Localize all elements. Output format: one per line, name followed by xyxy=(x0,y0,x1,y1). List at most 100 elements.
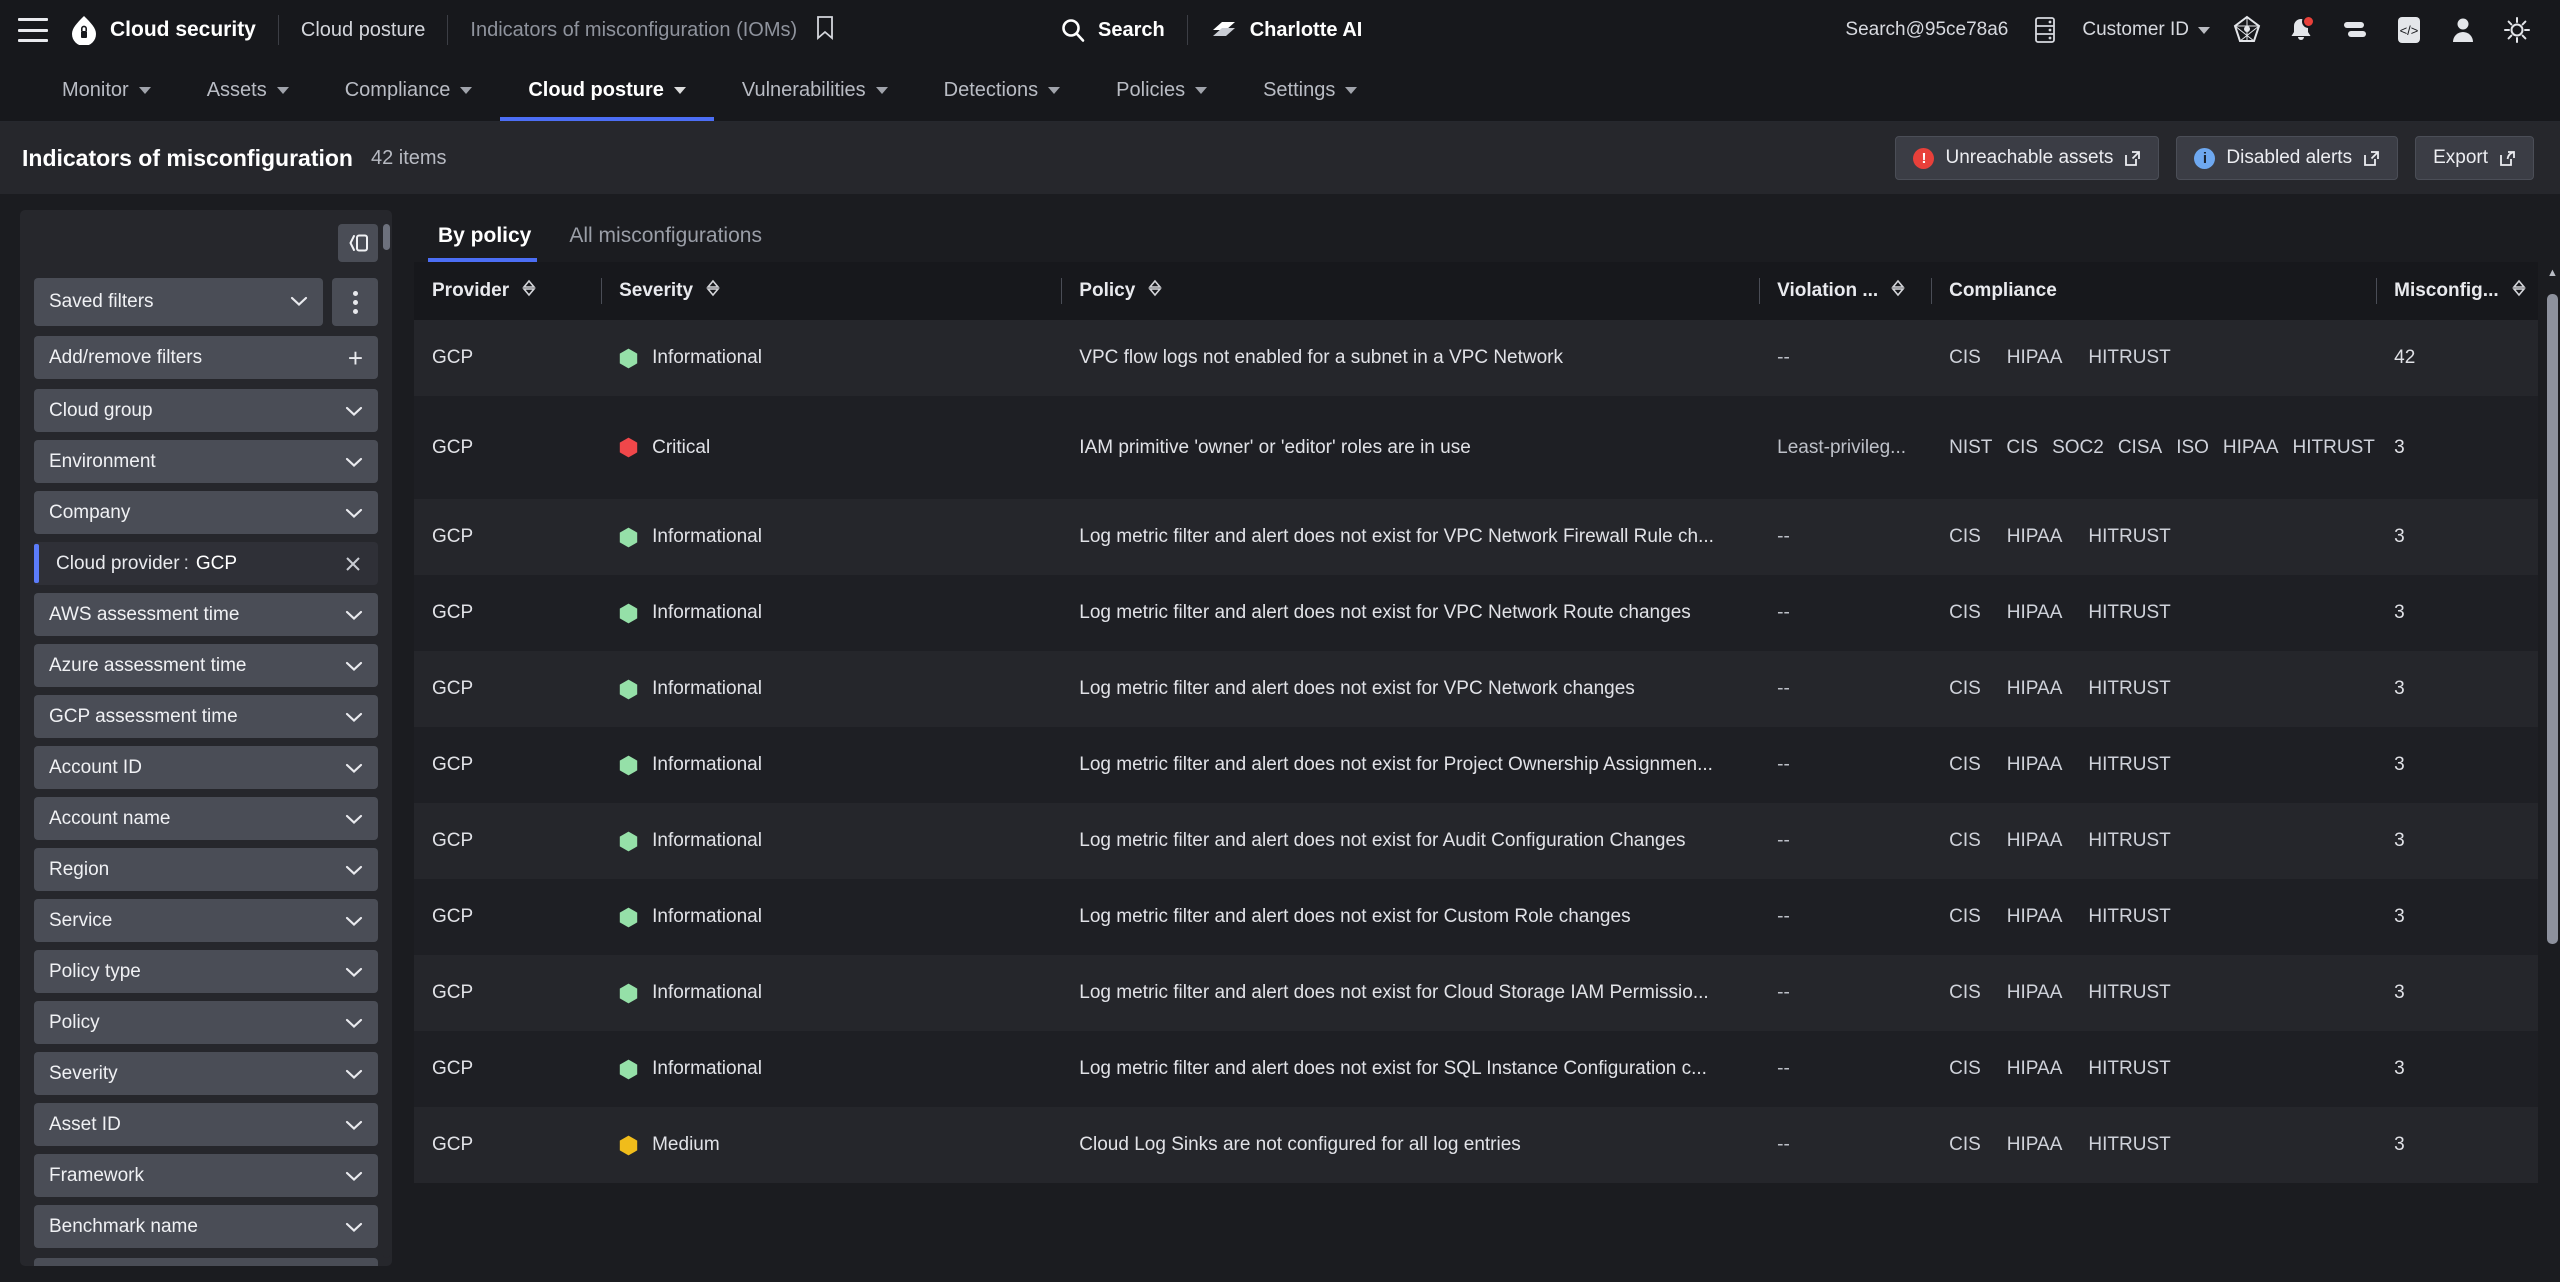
compliance-tag[interactable]: HIPAA xyxy=(2007,347,2063,369)
compliance-tag[interactable]: HITRUST xyxy=(2088,982,2170,1004)
brand-name[interactable]: Cloud security xyxy=(110,18,256,42)
compliance-tag[interactable]: CIS xyxy=(1949,678,1981,700)
filter-policy[interactable]: Policy xyxy=(34,1001,378,1044)
cell-policy[interactable]: Log metric filter and alert does not exi… xyxy=(1061,803,1760,879)
column-header-violation[interactable]: Violation ... xyxy=(1759,262,1932,320)
cell-policy[interactable]: Log metric filter and alert does not exi… xyxy=(1061,651,1760,727)
table-row[interactable]: GCP Informational Log metric filter and al… xyxy=(414,879,2538,955)
policy-name[interactable]: Log metric filter and alert does not exi… xyxy=(1079,982,1708,1003)
column-header-misconfig[interactable]: Misconfig... xyxy=(2376,262,2538,320)
table-row[interactable]: GCP Critical IAM primitive 'owner' or 'edi… xyxy=(414,396,2538,499)
compliance-tag[interactable]: HITRUST xyxy=(2293,437,2375,459)
policy-name[interactable]: Cloud Log Sinks are not configured for a… xyxy=(1079,1134,1520,1155)
api-code-icon[interactable]: </> xyxy=(2392,13,2426,47)
policy-name[interactable]: Log metric filter and alert does not exi… xyxy=(1079,754,1713,775)
compliance-tag[interactable]: CIS xyxy=(1949,347,1981,369)
table-row[interactable]: GCP Informational Log metric filter and al… xyxy=(414,955,2538,1031)
table-row[interactable]: GCP Informational Log metric filter and al… xyxy=(414,727,2538,803)
compliance-tag[interactable]: HIPAA xyxy=(2007,602,2063,624)
scroll-up-arrow-icon[interactable]: ▲ xyxy=(2547,268,2558,279)
sort-icon[interactable] xyxy=(521,278,537,304)
compliance-tag[interactable]: HIPAA xyxy=(2007,1134,2063,1156)
filter-region[interactable]: Region xyxy=(34,848,378,891)
compliance-tag[interactable]: CISA xyxy=(2118,437,2162,459)
compliance-tag[interactable]: NIST xyxy=(1949,437,1992,459)
policy-name[interactable]: Log metric filter and alert does not exi… xyxy=(1079,830,1685,851)
table-row[interactable]: GCP Informational VPC flow logs not enable… xyxy=(414,320,2538,396)
filter-asset-id[interactable]: Asset ID xyxy=(34,1103,378,1146)
disabled-alerts-button[interactable]: i Disabled alerts xyxy=(2176,136,2399,180)
compliance-tag[interactable]: HIPAA xyxy=(2007,678,2063,700)
column-header-provider[interactable]: Provider xyxy=(414,262,602,320)
filter-cloud-group[interactable]: Cloud group xyxy=(34,389,378,432)
table-row[interactable]: GCP Informational Log metric filter and al… xyxy=(414,651,2538,727)
unreachable-assets-button[interactable]: ! Unreachable assets xyxy=(1895,136,2160,180)
filter-company[interactable]: Company xyxy=(34,491,378,534)
column-header-compliance[interactable]: Compliance xyxy=(1931,262,2377,320)
policy-name[interactable]: VPC flow logs not enabled for a subnet i… xyxy=(1079,347,1563,368)
filter-environment[interactable]: Environment xyxy=(34,440,378,483)
table-row[interactable]: GCP Informational Log metric filter and al… xyxy=(414,1031,2538,1107)
policy-name[interactable]: Log metric filter and alert does not exi… xyxy=(1079,526,1714,547)
filter-account-name[interactable]: Account name xyxy=(34,797,378,840)
compliance-tag[interactable]: HIPAA xyxy=(2007,906,2063,928)
policy-name[interactable]: Log metric filter and alert does not exi… xyxy=(1079,1058,1707,1079)
compliance-tag[interactable]: HITRUST xyxy=(2088,754,2170,776)
filter-chip-cloud-provider[interactable]: Cloud provider: GCP xyxy=(34,542,378,585)
policy-name[interactable]: Log metric filter and alert does not exi… xyxy=(1079,678,1634,699)
filter-azure-assessment-time[interactable]: Azure assessment time xyxy=(34,644,378,687)
theme-brightness-icon[interactable] xyxy=(2500,13,2534,47)
table-scrollbar-thumb[interactable] xyxy=(2547,294,2558,944)
compliance-tag[interactable]: HITRUST xyxy=(2088,602,2170,624)
policy-name[interactable]: Log metric filter and alert does not exi… xyxy=(1079,906,1630,927)
compliance-tag[interactable]: CIS xyxy=(2006,437,2038,459)
cell-policy[interactable]: Log metric filter and alert does not exi… xyxy=(1061,879,1760,955)
charlotte-ai-button[interactable]: Charlotte AI xyxy=(1210,17,1362,43)
filter-account-id[interactable]: Account ID xyxy=(34,746,378,789)
add-remove-filters-button[interactable]: Add/remove filters + xyxy=(34,336,378,379)
nav-item-detections[interactable]: Detections xyxy=(916,60,1089,121)
compliance-tag[interactable]: HITRUST xyxy=(2088,906,2170,928)
compliance-tag[interactable]: HIPAA xyxy=(2007,982,2063,1004)
filter-aws-assessment-time[interactable]: AWS assessment time xyxy=(34,593,378,636)
compliance-tag[interactable]: ISO xyxy=(2176,437,2209,459)
compliance-tag[interactable]: HITRUST xyxy=(2088,1058,2170,1080)
chat-support-icon[interactable] xyxy=(2338,13,2372,47)
notifications-bell-icon[interactable] xyxy=(2284,13,2318,47)
cell-policy[interactable]: Log metric filter and alert does not exi… xyxy=(1061,499,1760,575)
policy-name[interactable]: IAM primitive 'owner' or 'editor' roles … xyxy=(1079,437,1471,458)
nav-item-monitor[interactable]: Monitor xyxy=(34,60,179,121)
nav-item-policies[interactable]: Policies xyxy=(1088,60,1235,121)
bookmark-icon[interactable] xyxy=(815,15,835,46)
compliance-tag[interactable]: SOC2 xyxy=(2052,437,2104,459)
account-label[interactable]: Search@95ce78a6 xyxy=(1845,19,2008,41)
cell-policy[interactable]: IAM primitive 'owner' or 'editor' roles … xyxy=(1061,396,1760,499)
compliance-tag[interactable]: HITRUST xyxy=(2088,678,2170,700)
filter-severity[interactable]: Severity xyxy=(34,1052,378,1095)
sort-icon[interactable] xyxy=(1890,278,1906,304)
policy-name[interactable]: Log metric filter and alert does not exi… xyxy=(1079,602,1690,623)
compliance-tag[interactable]: CIS xyxy=(1949,906,1981,928)
cell-policy[interactable]: Cloud Log Sinks are not configured for a… xyxy=(1061,1107,1760,1183)
cell-policy[interactable]: Log metric filter and alert does not exi… xyxy=(1061,575,1760,651)
compliance-tag[interactable]: HIPAA xyxy=(2007,526,2063,548)
customer-id-dropdown[interactable]: Customer ID xyxy=(2082,19,2210,41)
clear-all-button[interactable]: Clear all xyxy=(34,1258,378,1266)
column-header-severity[interactable]: Severity xyxy=(601,262,1062,320)
compliance-tag[interactable]: CIS xyxy=(1949,526,1981,548)
nav-item-cloud-posture[interactable]: Cloud posture xyxy=(500,60,714,121)
sort-icon[interactable] xyxy=(2511,278,2527,304)
filter-benchmark-name[interactable]: Benchmark name xyxy=(34,1205,378,1248)
remove-filter-icon[interactable] xyxy=(343,554,363,574)
cell-policy[interactable]: Log metric filter and alert does not exi… xyxy=(1061,1031,1760,1107)
compliance-tag[interactable]: HITRUST xyxy=(2088,526,2170,548)
breadcrumb-cloud-posture[interactable]: Cloud posture xyxy=(301,19,426,42)
compliance-tag[interactable]: HITRUST xyxy=(2088,830,2170,852)
table-row[interactable]: GCP Informational Log metric filter and al… xyxy=(414,803,2538,879)
user-profile-icon[interactable] xyxy=(2446,13,2480,47)
sidebar-scrollbar-track[interactable] xyxy=(383,220,390,1258)
table-row[interactable]: GCP Medium Cloud Log Sinks are not configu… xyxy=(414,1107,2538,1183)
column-header-policy[interactable]: Policy xyxy=(1061,262,1760,320)
server-rack-icon[interactable] xyxy=(2028,13,2062,47)
filter-service[interactable]: Service xyxy=(34,899,378,942)
